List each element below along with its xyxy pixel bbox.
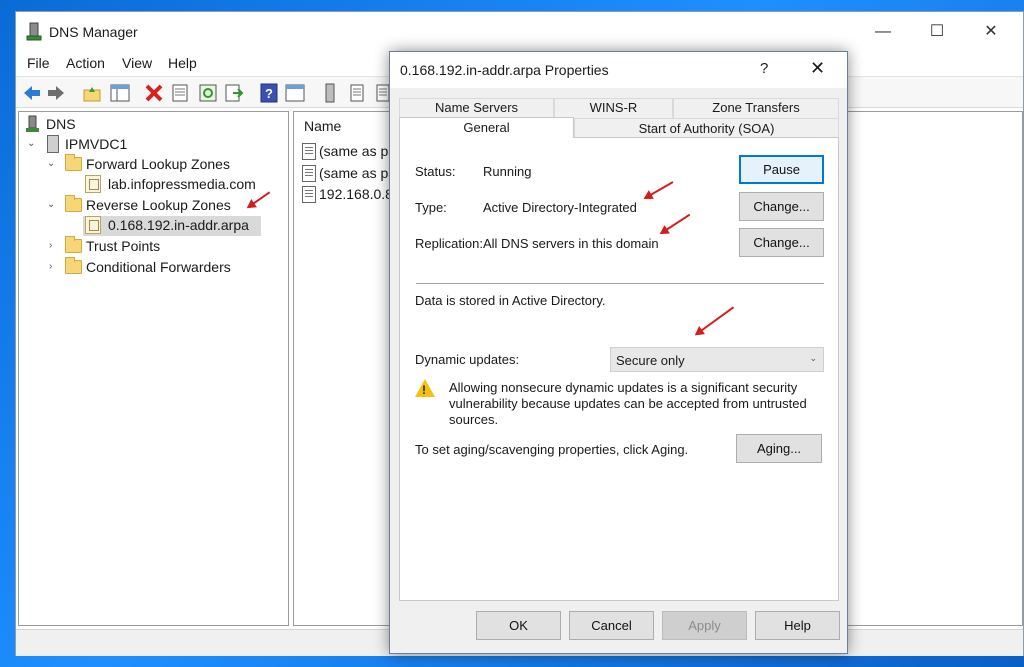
storage-info-text: Data is stored in Active Directory. (415, 293, 606, 308)
record-icon (302, 186, 316, 203)
tree-item-forward-lookup-zones[interactable]: ⌄ Forward Lookup Zones (25, 154, 255, 175)
chevron-right-icon[interactable]: › (49, 261, 59, 272)
console-tree: DNS ⌄ IPMVDC1 ⌄ Forward Lookup Zones lab… (18, 111, 289, 626)
delete-icon[interactable] (143, 82, 165, 104)
tab-name-servers[interactable]: Name Servers (399, 98, 554, 118)
tree-label: IPMVDC1 (65, 136, 128, 152)
type-label: Type: (415, 200, 447, 215)
cancel-button[interactable]: Cancel (569, 611, 654, 640)
minimize-button[interactable]: — (860, 18, 906, 46)
svg-text:?: ? (265, 86, 273, 101)
warning-text-line-1: Allowing nonsecure dynamic updates is a … (449, 380, 798, 395)
maximize-button[interactable]: ☐ (914, 18, 960, 46)
tab-zone-transfers[interactable]: Zone Transfers (673, 98, 839, 118)
tree-label: Trust Points (86, 238, 161, 254)
folder-icon (65, 195, 82, 212)
close-button[interactable]: ✕ (968, 18, 1014, 46)
menu-help[interactable]: Help (168, 55, 197, 71)
tree-item-reverse-zone[interactable]: 0.168.192.in-addr.arpa (25, 216, 261, 236)
dynamic-updates-label: Dynamic updates: (415, 352, 520, 367)
tree-label: Conditional Forwarders (86, 259, 231, 275)
menu-view[interactable]: View (122, 55, 152, 71)
tab-wins-r[interactable]: WINS-R (554, 98, 673, 118)
up-folder-icon[interactable] (81, 82, 103, 104)
ok-button[interactable]: OK (476, 611, 561, 640)
record-icon (302, 143, 316, 160)
tree-item-reverse-lookup-zones[interactable]: ⌄ Reverse Lookup Zones (25, 195, 255, 216)
aging-button[interactable]: Aging... (736, 434, 822, 463)
zone-icon (85, 175, 101, 193)
list-item-label: (same as pa (319, 165, 397, 181)
dynamic-updates-select[interactable]: Secure only ⌄ (610, 347, 824, 372)
server-icon[interactable] (319, 82, 341, 104)
warning-text-line-2: vulnerability because updates can be acc… (449, 396, 807, 411)
change-replication-button[interactable]: Change... (739, 228, 824, 257)
pause-button[interactable]: Pause (739, 155, 824, 184)
title-bar: DNS Manager — ☐ ✕ (16, 12, 1023, 52)
chevron-down-icon: ⌄ (809, 353, 817, 363)
properties-icon[interactable] (169, 82, 191, 104)
general-tab-panel: Status: Running Pause Type: Active Direc… (399, 137, 839, 601)
dns-manager-app-icon (26, 22, 42, 41)
menu-action[interactable]: Action (66, 55, 105, 71)
folder-icon (65, 154, 82, 171)
chevron-right-icon[interactable]: › (49, 240, 59, 251)
tree-item-forward-zone[interactable]: lab.infopressmedia.com (25, 175, 275, 195)
records-icon[interactable] (346, 82, 368, 104)
chevron-down-icon[interactable]: ⌄ (47, 199, 57, 210)
forward-arrow-icon[interactable] (45, 82, 67, 104)
column-header-name[interactable]: Name (304, 118, 341, 134)
replication-value: All DNS servers in this domain (483, 236, 659, 251)
dialog-title-bar: 0.168.192.in-addr.arpa Properties ? ✕ (390, 52, 847, 88)
show-hide-tree-icon[interactable] (109, 82, 131, 104)
folder-icon (65, 257, 82, 274)
tree-label: Reverse Lookup Zones (86, 197, 231, 213)
type-value: Active Directory-Integrated (483, 200, 637, 215)
refresh-icon[interactable] (197, 82, 219, 104)
zone-properties-dialog: 0.168.192.in-addr.arpa Properties ? ✕ Na… (389, 51, 848, 654)
chevron-down-icon[interactable]: ⌄ (27, 138, 37, 149)
tab-general[interactable]: General (399, 117, 574, 138)
tree-label: 0.168.192.in-addr.arpa (108, 217, 249, 233)
change-type-button[interactable]: Change... (739, 192, 824, 221)
tree-item-trust-points[interactable]: › Trust Points (25, 236, 225, 257)
zone-icon (85, 216, 101, 234)
tab-start-of-authority[interactable]: Start of Authority (SOA) (574, 118, 839, 138)
dialog-title: 0.168.192.in-addr.arpa Properties (400, 62, 609, 78)
record-icon (302, 165, 316, 182)
dialog-close-button[interactable]: ✕ (810, 58, 825, 79)
list-item-label: (same as pa (319, 143, 397, 159)
status-label: Status: (415, 164, 456, 179)
apply-button[interactable]: Apply (662, 611, 747, 640)
tree-label: Forward Lookup Zones (86, 156, 230, 172)
help-button[interactable]: Help (755, 611, 840, 640)
back-arrow-icon[interactable] (21, 82, 43, 104)
tree-label: lab.infopressmedia.com (108, 176, 256, 192)
warning-exclamation: ! (422, 383, 426, 397)
context-help-button[interactable]: ? (760, 60, 768, 77)
server-icon (47, 135, 59, 153)
export-list-icon[interactable] (223, 82, 245, 104)
menu-file[interactable]: File (27, 55, 50, 71)
window-title: DNS Manager (49, 24, 138, 40)
status-value: Running (483, 164, 532, 179)
tree-label: DNS (46, 116, 76, 132)
tree-item-dns[interactable]: DNS (25, 115, 105, 135)
tree-item-server[interactable]: ⌄ IPMVDC1 (25, 135, 145, 155)
separator (416, 283, 824, 284)
aging-info-text: To set aging/scavenging properties, clic… (415, 442, 689, 457)
chevron-down-icon[interactable]: ⌄ (47, 158, 57, 169)
warning-text-line-3: sources. (449, 412, 499, 427)
dynamic-updates-value: Secure only (616, 353, 685, 368)
tree-item-conditional-forwarders[interactable]: › Conditional Forwarders (25, 257, 255, 278)
dns-icon (26, 115, 39, 132)
console-icon[interactable] (284, 82, 306, 104)
help-icon[interactable]: ? (258, 82, 280, 104)
replication-label: Replication: (415, 236, 483, 251)
folder-icon (65, 236, 82, 253)
